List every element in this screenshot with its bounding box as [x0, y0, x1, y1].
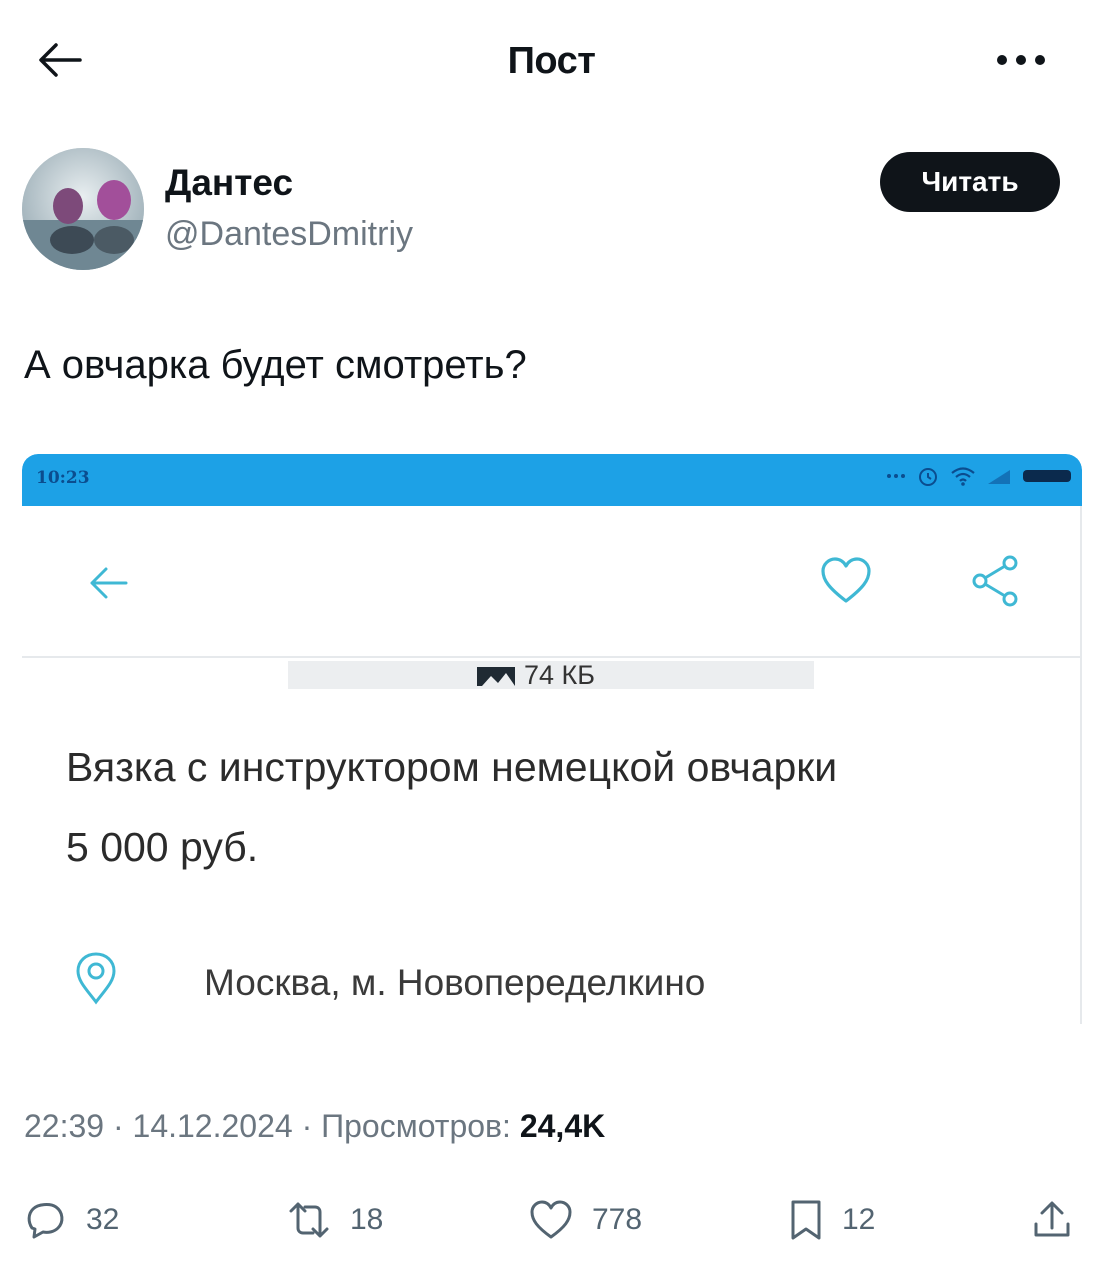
post-page: Пост Дантес @DantesDmitriy Читать А овча… [0, 0, 1103, 1280]
bookmark-icon [791, 1200, 821, 1240]
post-meta: 22:39 · 14.12.2024 · Просмотров: 24,4K [24, 1108, 606, 1144]
divider [22, 656, 1082, 658]
action-bar: 32 18 778 12 [0, 1190, 1103, 1250]
reply-button[interactable]: 32 [24, 1190, 119, 1250]
bookmark-button[interactable]: 12 [788, 1190, 875, 1250]
reply-count: 32 [86, 1203, 120, 1236]
post-text: А овчарка будет смотреть? [24, 343, 527, 387]
status-time: 10:23 [36, 468, 90, 488]
repost-icon [289, 1202, 329, 1238]
favorite-button[interactable] [819, 556, 873, 606]
attached-image[interactable]: 10:23 74 КБ Вязка с инструктором немецко… [22, 454, 1082, 1024]
more-options-button[interactable] [989, 38, 1053, 82]
more-icon [997, 55, 1045, 65]
views-count[interactable]: 24,4K [520, 1108, 605, 1144]
views-label: Просмотров: [321, 1108, 511, 1144]
follow-button[interactable]: Читать [880, 152, 1060, 212]
alarm-icon [916, 464, 940, 488]
top-bar: Пост [0, 0, 1103, 120]
status-icons [886, 464, 1074, 488]
share-icon [972, 555, 1018, 607]
like-count: 778 [592, 1203, 643, 1236]
listing-location: Москва, м. Новопеределкино [204, 962, 706, 1003]
dots-icon [886, 472, 906, 480]
repost-count: 18 [350, 1203, 384, 1236]
image-size-label: 74 КБ [524, 660, 595, 690]
battery-icon [1022, 468, 1074, 484]
post-date: 14.12.2024 [132, 1108, 293, 1144]
post-time: 22:39 [24, 1108, 105, 1144]
repost-button[interactable]: 18 [286, 1190, 383, 1250]
reply-icon [27, 1203, 64, 1239]
listing-price: 5 000 руб. [66, 824, 259, 870]
image-icon [477, 666, 515, 686]
heart-icon [530, 1200, 572, 1239]
avatar[interactable] [22, 148, 144, 270]
image-size: 74 КБ [476, 660, 595, 691]
card-edge [1080, 506, 1082, 1024]
author-handle[interactable]: @DantesDmitriy [165, 215, 413, 254]
phone-status-bar: 10:23 [22, 454, 1082, 506]
signal-icon [986, 466, 1012, 486]
avatar-image [22, 148, 144, 270]
share-post-button[interactable] [1030, 1190, 1074, 1250]
location-pin-icon [74, 951, 118, 1005]
share-icon [1034, 1201, 1070, 1237]
like-button[interactable]: 778 [528, 1190, 642, 1250]
bookmark-count: 12 [842, 1203, 876, 1236]
listing-title: Вязка с инструктором немецкой овчарки [66, 744, 838, 790]
listing-back-button[interactable] [84, 559, 132, 607]
page-title: Пост [507, 40, 596, 82]
arrow-left-icon [90, 567, 128, 599]
wifi-icon [950, 466, 976, 486]
share-button[interactable] [970, 554, 1022, 608]
author-name[interactable]: Дантес [165, 162, 293, 204]
heart-icon [821, 557, 871, 603]
